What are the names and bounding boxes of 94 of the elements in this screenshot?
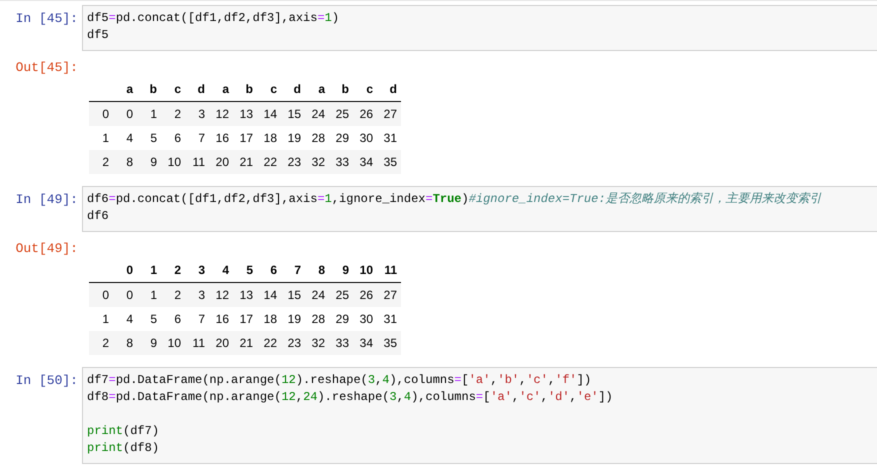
code-line: print(df8) xyxy=(87,440,160,457)
table-cell: 21 xyxy=(233,331,257,355)
table-cell: 16 xyxy=(209,126,233,150)
table-cell: 3 xyxy=(185,282,209,307)
table-cell: 11 xyxy=(185,331,209,355)
code-cell[interactable]: df7=pd.DataFrame(np.arange(12).reshape(3,4),columns=['a','b','c','f']) df8=pd.DataFrame(np.arange(12,24).reshape(3,4),columns=['a','c','d','e']) print(df7) print(df8) xyxy=(82,367,877,464)
table-cell: 4 xyxy=(113,126,137,150)
table-cell: 28 xyxy=(305,307,329,331)
table-cell: 22 xyxy=(257,331,281,355)
input-prompt: In [50]: xyxy=(14,372,79,389)
code-line: df5=pd.concat([df1,df2,df3],axis=1) xyxy=(87,10,340,27)
table-cell: 13 xyxy=(233,282,257,307)
table-cell: 1 xyxy=(137,282,161,307)
output-prompt: Out[45]: xyxy=(14,59,79,76)
table-cell: 4 xyxy=(113,307,137,331)
table-cell: 35 xyxy=(377,331,401,355)
table-cell: 26 xyxy=(353,102,377,126)
table-cell: 35 xyxy=(377,150,401,174)
table-cell: 25 xyxy=(329,282,353,307)
row-index: 1 xyxy=(89,307,113,331)
table-cell: 5 xyxy=(137,307,161,331)
table-cell: 3 xyxy=(185,102,209,126)
table-cell: 22 xyxy=(257,150,281,174)
table-cell: 7 xyxy=(185,307,209,331)
table-cell: 10 xyxy=(161,331,185,355)
table-cell: 33 xyxy=(329,150,353,174)
table-cell: 34 xyxy=(353,331,377,355)
table-cell: 14 xyxy=(257,282,281,307)
output-prompt: Out[49]: xyxy=(14,240,79,257)
table-cell: 23 xyxy=(281,331,305,355)
row-index: 1 xyxy=(89,126,113,150)
code-line: df7=pd.DataFrame(np.arange(12).reshape(3,4),columns=['a','b','c','f']) xyxy=(87,372,592,389)
row-index: 2 xyxy=(89,150,113,174)
table-cell: 13 xyxy=(233,102,257,126)
table-cell: 19 xyxy=(281,307,305,331)
table-cell: 8 xyxy=(113,150,137,174)
table-cell: 25 xyxy=(329,102,353,126)
table-cell: 18 xyxy=(257,307,281,331)
table-cell: 1 xyxy=(137,102,161,126)
table-cell: 10 xyxy=(161,150,185,174)
table-cell: 17 xyxy=(233,307,257,331)
table-cell: 19 xyxy=(281,126,305,150)
row-index: 0 xyxy=(89,102,113,126)
table-cell: 24 xyxy=(305,102,329,126)
code-line: df6 xyxy=(87,208,110,225)
table-cell: 29 xyxy=(329,307,353,331)
table-cell: 6 xyxy=(161,126,185,150)
table-cell: 12 xyxy=(209,102,233,126)
table-cell: 27 xyxy=(377,102,401,126)
table-cell: 0 xyxy=(113,102,137,126)
table-cell: 9 xyxy=(137,331,161,355)
code-cell[interactable]: df5=pd.concat([df1,df2,df3],axis=1) df5 xyxy=(82,5,877,51)
table-cell: 20 xyxy=(209,150,233,174)
code-line: df5 xyxy=(87,27,110,44)
table-cell: 2 xyxy=(161,102,185,126)
table-cell: 32 xyxy=(305,331,329,355)
table-cell: 7 xyxy=(185,126,209,150)
table-cell: 15 xyxy=(281,102,305,126)
table-cell: 26 xyxy=(353,282,377,307)
table-cell: 23 xyxy=(281,150,305,174)
table-cell: 32 xyxy=(305,150,329,174)
table-cell: 2 xyxy=(161,282,185,307)
table-cell: 28 xyxy=(305,126,329,150)
table-cell: 15 xyxy=(281,282,305,307)
input-prompt: In [49]: xyxy=(14,191,79,208)
code-cell[interactable]: df6=pd.concat([df1,df2,df3],axis=1,ignore_index=True)#ignore_index=True:是否忽略原来的索引，主要用来改变索引 df6 xyxy=(82,186,877,232)
table-cell: 0 xyxy=(113,282,137,307)
table-cell: 31 xyxy=(377,307,401,331)
table-cell: 20 xyxy=(209,331,233,355)
row-index: 0 xyxy=(89,282,113,307)
code-line: df8=pd.DataFrame(np.arange(12,24).reshape(3,4),columns=['a','c','d','e']) xyxy=(87,389,614,406)
table-cell: 17 xyxy=(233,126,257,150)
table-cell: 16 xyxy=(209,307,233,331)
table-cell: 14 xyxy=(257,102,281,126)
table-cell: 6 xyxy=(161,307,185,331)
code-line: df6=pd.concat([df1,df2,df3],axis=1,ignore_index=True)#ignore_index=True:是否忽略原来的索引，主要用来改变索引 xyxy=(87,191,823,208)
table-cell: 12 xyxy=(209,282,233,307)
table-cell: 24 xyxy=(305,282,329,307)
code-line: print(df7) xyxy=(87,423,160,440)
table-cell: 30 xyxy=(353,307,377,331)
table-cell: 27 xyxy=(377,282,401,307)
table-cell: 30 xyxy=(353,126,377,150)
table-cell: 21 xyxy=(233,150,257,174)
input-prompt: In [45]: xyxy=(14,10,79,27)
table-cell: 5 xyxy=(137,126,161,150)
row-index: 2 xyxy=(89,331,113,355)
table-cell: 18 xyxy=(257,126,281,150)
table-cell: 29 xyxy=(329,126,353,150)
table-cell: 11 xyxy=(185,150,209,174)
table-cell: 31 xyxy=(377,126,401,150)
table-cell: 34 xyxy=(353,150,377,174)
table-cell: 8 xyxy=(113,331,137,355)
table-cell: 33 xyxy=(329,331,353,355)
table-cell: 9 xyxy=(137,150,161,174)
